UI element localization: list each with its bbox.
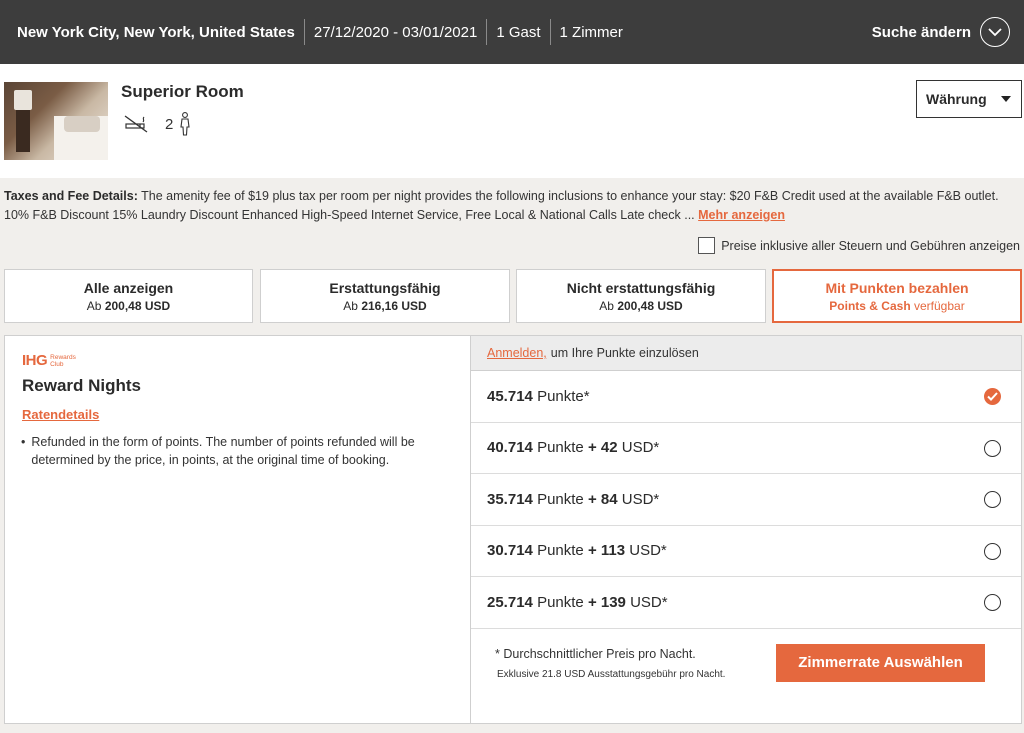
search-location: New York City, New York, United States [17, 23, 295, 41]
option-unit: Punkte [537, 439, 584, 457]
tab-all[interactable]: Alle anzeigen Ab 200,48 USD [4, 269, 253, 323]
points-option[interactable]: 45.714 Punkte* [471, 371, 1021, 423]
change-search-label: Suche ändern [871, 23, 971, 41]
search-rooms: 1 Zimmer [559, 23, 623, 41]
tab-price-prefix: Ab [599, 299, 614, 313]
option-unit: Punkte [537, 542, 584, 560]
search-summary-bar: New York City, New York, United States 2… [0, 0, 1024, 64]
option-cash: + 42 [587, 439, 618, 457]
tab-price-prefix: Points & Cash [829, 299, 911, 313]
tab-non-refundable[interactable]: Nicht erstattungsfähig Ab 200,48 USD [516, 269, 766, 323]
change-search-button[interactable]: Suche ändern [872, 17, 1010, 47]
room-meta: 2 [123, 112, 191, 136]
radio-icon[interactable] [984, 594, 1001, 611]
rate-details-link[interactable]: Ratendetails [22, 407, 99, 422]
option-unit: Punkte [537, 490, 584, 508]
tab-price: 200,48 USD [104, 299, 171, 313]
radio-icon[interactable] [984, 491, 1001, 508]
login-text: um Ihre Punkte einzulösen [550, 346, 699, 360]
option-cash: + 84 [587, 490, 618, 508]
tab-refundable[interactable]: Erstattungsfähig Ab 216,16 USD [260, 269, 510, 323]
rate-description: • Refunded in the form of points. The nu… [21, 433, 451, 469]
points-option[interactable]: 25.714 Punkte + 139 USD* [471, 577, 1021, 629]
points-option[interactable]: 35.714 Punkte + 84 USD* [471, 474, 1021, 526]
points-option[interactable]: 30.714 Punkte + 113 USD* [471, 526, 1021, 577]
select-rate-button[interactable]: Zimmerrate Auswählen [776, 643, 985, 682]
rate-footer: * Durchschnittlicher Preis pro Nacht. Ex… [471, 629, 1021, 726]
rate-description-text: Refunded in the form of points. The numb… [31, 435, 415, 467]
radio-icon[interactable] [984, 542, 1001, 560]
option-currency: USD* [629, 542, 667, 560]
option-points: 30.714 [487, 542, 533, 560]
currency-select[interactable]: Währung [916, 80, 1022, 118]
avg-price-note: * Durchschnittlicher Preis pro Nacht. [495, 646, 696, 661]
ihg-rewards-logo: IHG Rewards Club [22, 352, 76, 369]
option-cash: + 113 [587, 542, 626, 560]
show-more-link[interactable]: Mehr anzeigen [698, 208, 785, 222]
option-points: 45.714 [487, 387, 533, 405]
rate-title: Reward Nights [22, 376, 142, 395]
tab-price: 200,48 USD [617, 299, 683, 313]
chevron-down-icon [980, 17, 1010, 47]
include-taxes-toggle[interactable]: Preise inklusive aller Steuern und Gebüh… [698, 237, 1020, 254]
include-taxes-label: Preise inklusive aller Steuern und Gebüh… [721, 238, 1020, 253]
option-points: 40.714 [487, 439, 533, 457]
include-taxes-checkbox[interactable] [698, 237, 716, 254]
tab-title: Nicht erstattungsfähig [566, 280, 716, 296]
option-unit: Punkte [537, 593, 584, 611]
tab-title: Erstattungsfähig [329, 280, 441, 296]
tab-price: 216,16 USD [361, 299, 427, 313]
currency-label: Währung [926, 91, 987, 107]
taxes-label: Taxes and Fee Details: [4, 189, 138, 203]
room-header: Superior Room 2 Währung [0, 64, 1024, 178]
login-link[interactable]: Anmelden, [487, 346, 547, 360]
login-banner: Anmelden, um Ihre Punkte einzulösen [471, 336, 1021, 371]
taxes-fee-details: Taxes and Fee Details: The amenity fee o… [4, 187, 1020, 225]
tab-price-prefix: Ab [343, 299, 358, 313]
person-icon [179, 112, 191, 136]
tab-title: Mit Punkten bezahlen [825, 280, 969, 296]
option-points: 35.714 [487, 490, 533, 508]
option-cash: + 139 [587, 593, 626, 611]
option-currency: USD* [630, 593, 668, 611]
room-guest-count: 2 [165, 115, 174, 133]
caret-down-icon [1001, 96, 1011, 102]
points-option[interactable]: 40.714 Punkte + 42 USD* [471, 423, 1021, 474]
room-photo [4, 82, 108, 160]
rate-info: IHG Rewards Club Reward Nights Ratendetai… [5, 336, 471, 723]
tab-price: verfügbar [914, 299, 965, 313]
option-currency: USD* [621, 439, 660, 457]
search-dates: 27/12/2020 - 03/01/2021 [313, 23, 478, 41]
option-unit: Punkte* [537, 387, 590, 405]
tab-pay-with-points[interactable]: Mit Punkten bezahlen Points & Cash verfü… [772, 269, 1022, 323]
tab-title: Alle anzeigen [83, 280, 174, 296]
option-points: 25.714 [487, 593, 533, 611]
points-options: Anmelden, um Ihre Punkte einzulösen 45.7… [471, 336, 1021, 723]
option-currency: USD* [621, 490, 660, 508]
amenity-fee-note: Exklusive 21.8 USD Ausstattungsgebühr pr… [497, 668, 726, 680]
taxes-text: The amenity fee of $19 plus tax per room… [4, 189, 999, 222]
tab-price-prefix: Ab [86, 299, 102, 313]
radio-icon[interactable] [984, 439, 1001, 457]
room-title: Superior Room [121, 82, 244, 101]
rate-panel: IHG Rewards Club Reward Nights Ratendetai… [4, 335, 1022, 724]
radio-checked-icon[interactable] [984, 388, 1001, 405]
search-guests: 1 Gast [496, 23, 541, 41]
no-smoking-icon [123, 114, 149, 134]
